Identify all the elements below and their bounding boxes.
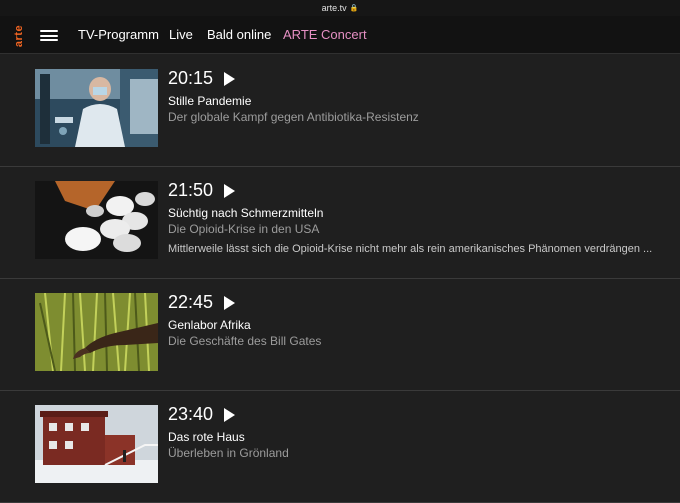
broadcast-time: 23:40 — [168, 404, 214, 424]
program-row[interactable]: 21:50 Süchtig nach Schmerzmitteln Die Op… — [0, 167, 680, 279]
time-line: 21:50 — [168, 180, 236, 201]
top-navigation: arte TV-Programm Live Bald online ARTE C… — [0, 16, 680, 54]
nav-arte-concert[interactable]: ARTE Concert — [283, 27, 367, 42]
nav-bald-online[interactable]: Bald online — [207, 27, 271, 42]
hamburger-menu-icon[interactable] — [40, 30, 58, 41]
broadcast-time: 20:15 — [168, 68, 214, 88]
program-title[interactable]: Genlabor Afrika — [168, 318, 251, 332]
browser-url-bar[interactable]: arte.tv 🔒 — [0, 0, 680, 16]
time-line: 22:45 — [168, 292, 236, 313]
broadcast-time: 22:45 — [168, 292, 214, 312]
url-text[interactable]: arte.tv — [322, 3, 347, 13]
play-icon[interactable] — [224, 71, 236, 86]
program-thumbnail[interactable] — [35, 181, 158, 259]
program-thumbnail[interactable] — [35, 405, 158, 483]
lock-icon: 🔒 — [349, 5, 359, 12]
program-thumbnail[interactable] — [35, 69, 158, 147]
program-thumbnail[interactable] — [35, 293, 158, 371]
play-icon[interactable] — [224, 407, 236, 422]
program-title[interactable]: Süchtig nach Schmerzmitteln — [168, 206, 323, 220]
program-title[interactable]: Stille Pandemie — [168, 94, 251, 108]
program-subtitle: Die Geschäfte des Bill Gates — [168, 334, 322, 348]
arte-logo[interactable]: arte — [11, 25, 27, 47]
program-row[interactable]: 20:15 Stille Pandemie Der globale Kampf … — [0, 55, 680, 167]
play-icon[interactable] — [224, 183, 236, 198]
broadcast-time: 21:50 — [168, 180, 214, 200]
program-subtitle: Die Opioid-Krise in den USA — [168, 222, 320, 236]
program-title[interactable]: Das rote Haus — [168, 430, 245, 444]
nav-live[interactable]: Live — [169, 27, 193, 42]
program-description: Mittlerweile lässt sich die Opioid-Krise… — [168, 243, 653, 255]
nav-tv-programm[interactable]: TV-Programm — [78, 27, 159, 42]
program-subtitle: Der globale Kampf gegen Antibiotika-Resi… — [168, 110, 419, 124]
logo-text: arte — [13, 24, 25, 48]
play-icon[interactable] — [224, 295, 236, 310]
program-row[interactable]: 23:40 Das rote Haus Überleben in Grönlan… — [0, 391, 680, 503]
program-row[interactable]: 22:45 Genlabor Afrika Die Geschäfte des … — [0, 279, 680, 391]
program-subtitle: Überleben in Grönland — [168, 446, 289, 460]
time-line: 23:40 — [168, 404, 236, 425]
time-line: 20:15 — [168, 68, 236, 89]
